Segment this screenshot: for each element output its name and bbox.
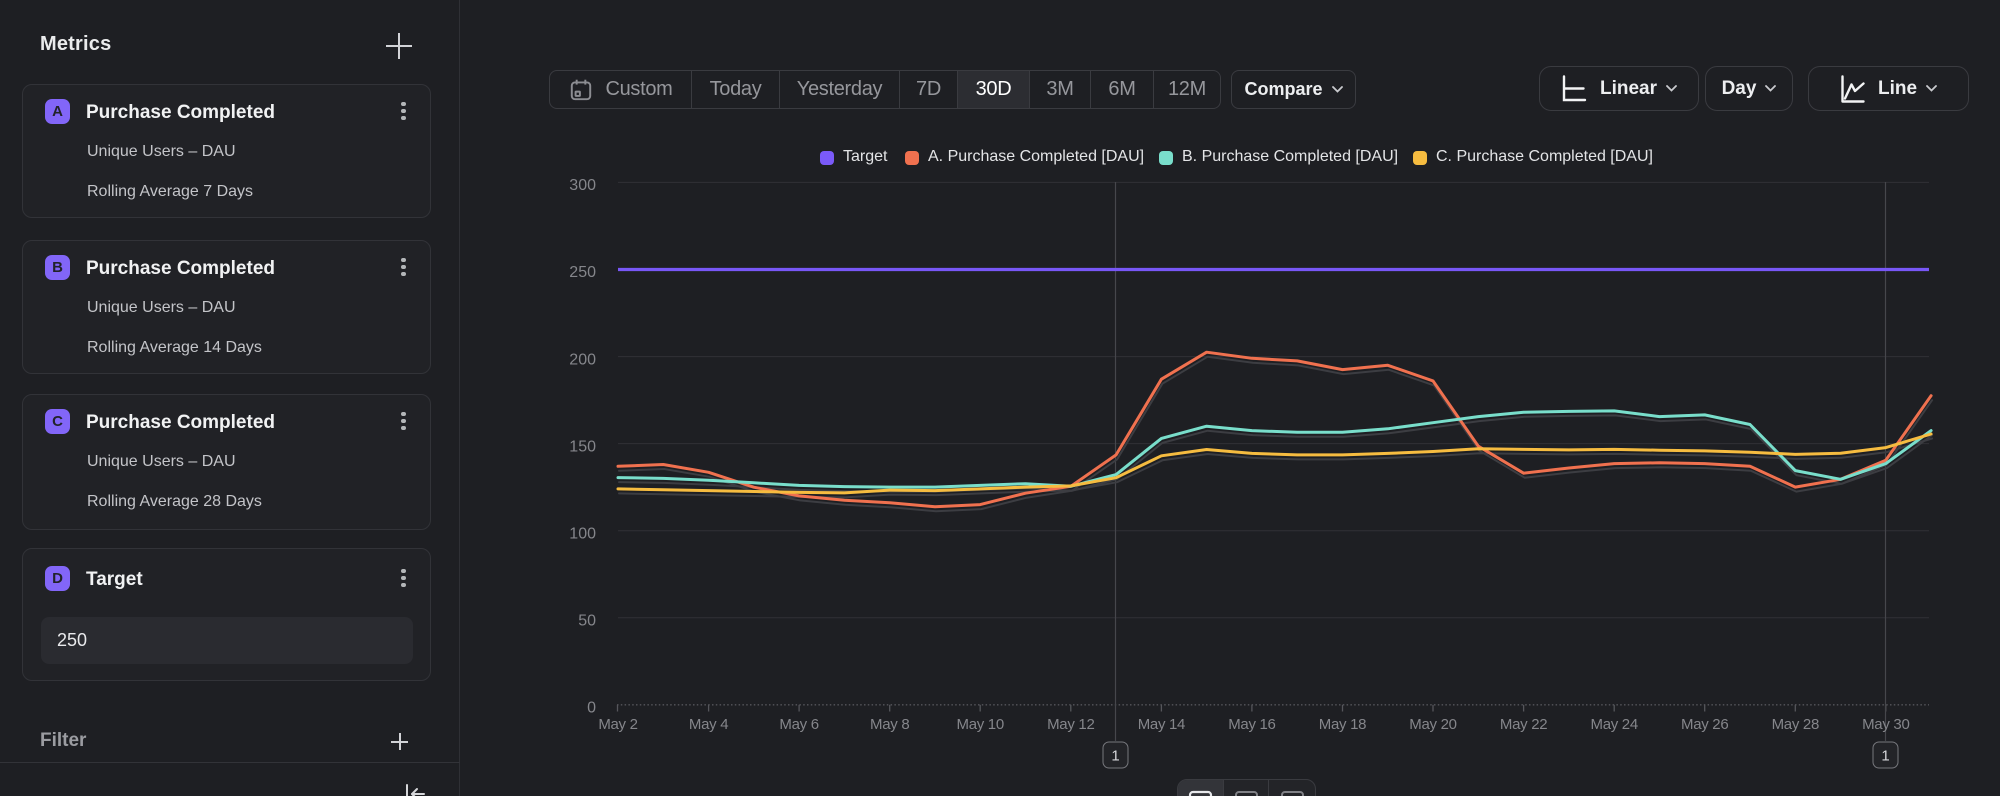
- svg-text:May 8: May 8: [870, 716, 909, 733]
- svg-text:200: 200: [569, 351, 596, 368]
- svg-text:May 18: May 18: [1319, 716, 1366, 733]
- svg-text:May 26: May 26: [1681, 716, 1728, 733]
- svg-text:May 28: May 28: [1772, 716, 1819, 733]
- svg-text:May 30: May 30: [1862, 716, 1909, 733]
- svg-text:100: 100: [569, 525, 596, 542]
- svg-text:May 24: May 24: [1591, 716, 1638, 733]
- svg-text:May 22: May 22: [1500, 716, 1547, 733]
- svg-text:50: 50: [578, 612, 596, 629]
- svg-text:250: 250: [569, 264, 596, 281]
- svg-text:1: 1: [1881, 748, 1889, 765]
- svg-text:May 6: May 6: [779, 716, 818, 733]
- svg-text:1: 1: [1111, 748, 1119, 765]
- svg-text:May 20: May 20: [1409, 716, 1456, 733]
- svg-text:May 2: May 2: [598, 716, 637, 733]
- svg-text:0: 0: [587, 700, 596, 717]
- svg-text:May 12: May 12: [1047, 716, 1094, 733]
- svg-text:May 14: May 14: [1138, 716, 1185, 733]
- svg-text:150: 150: [569, 438, 596, 455]
- svg-text:May 10: May 10: [957, 716, 1004, 733]
- svg-text:300: 300: [569, 177, 596, 194]
- svg-text:May 4: May 4: [689, 716, 728, 733]
- svg-text:May 16: May 16: [1228, 716, 1275, 733]
